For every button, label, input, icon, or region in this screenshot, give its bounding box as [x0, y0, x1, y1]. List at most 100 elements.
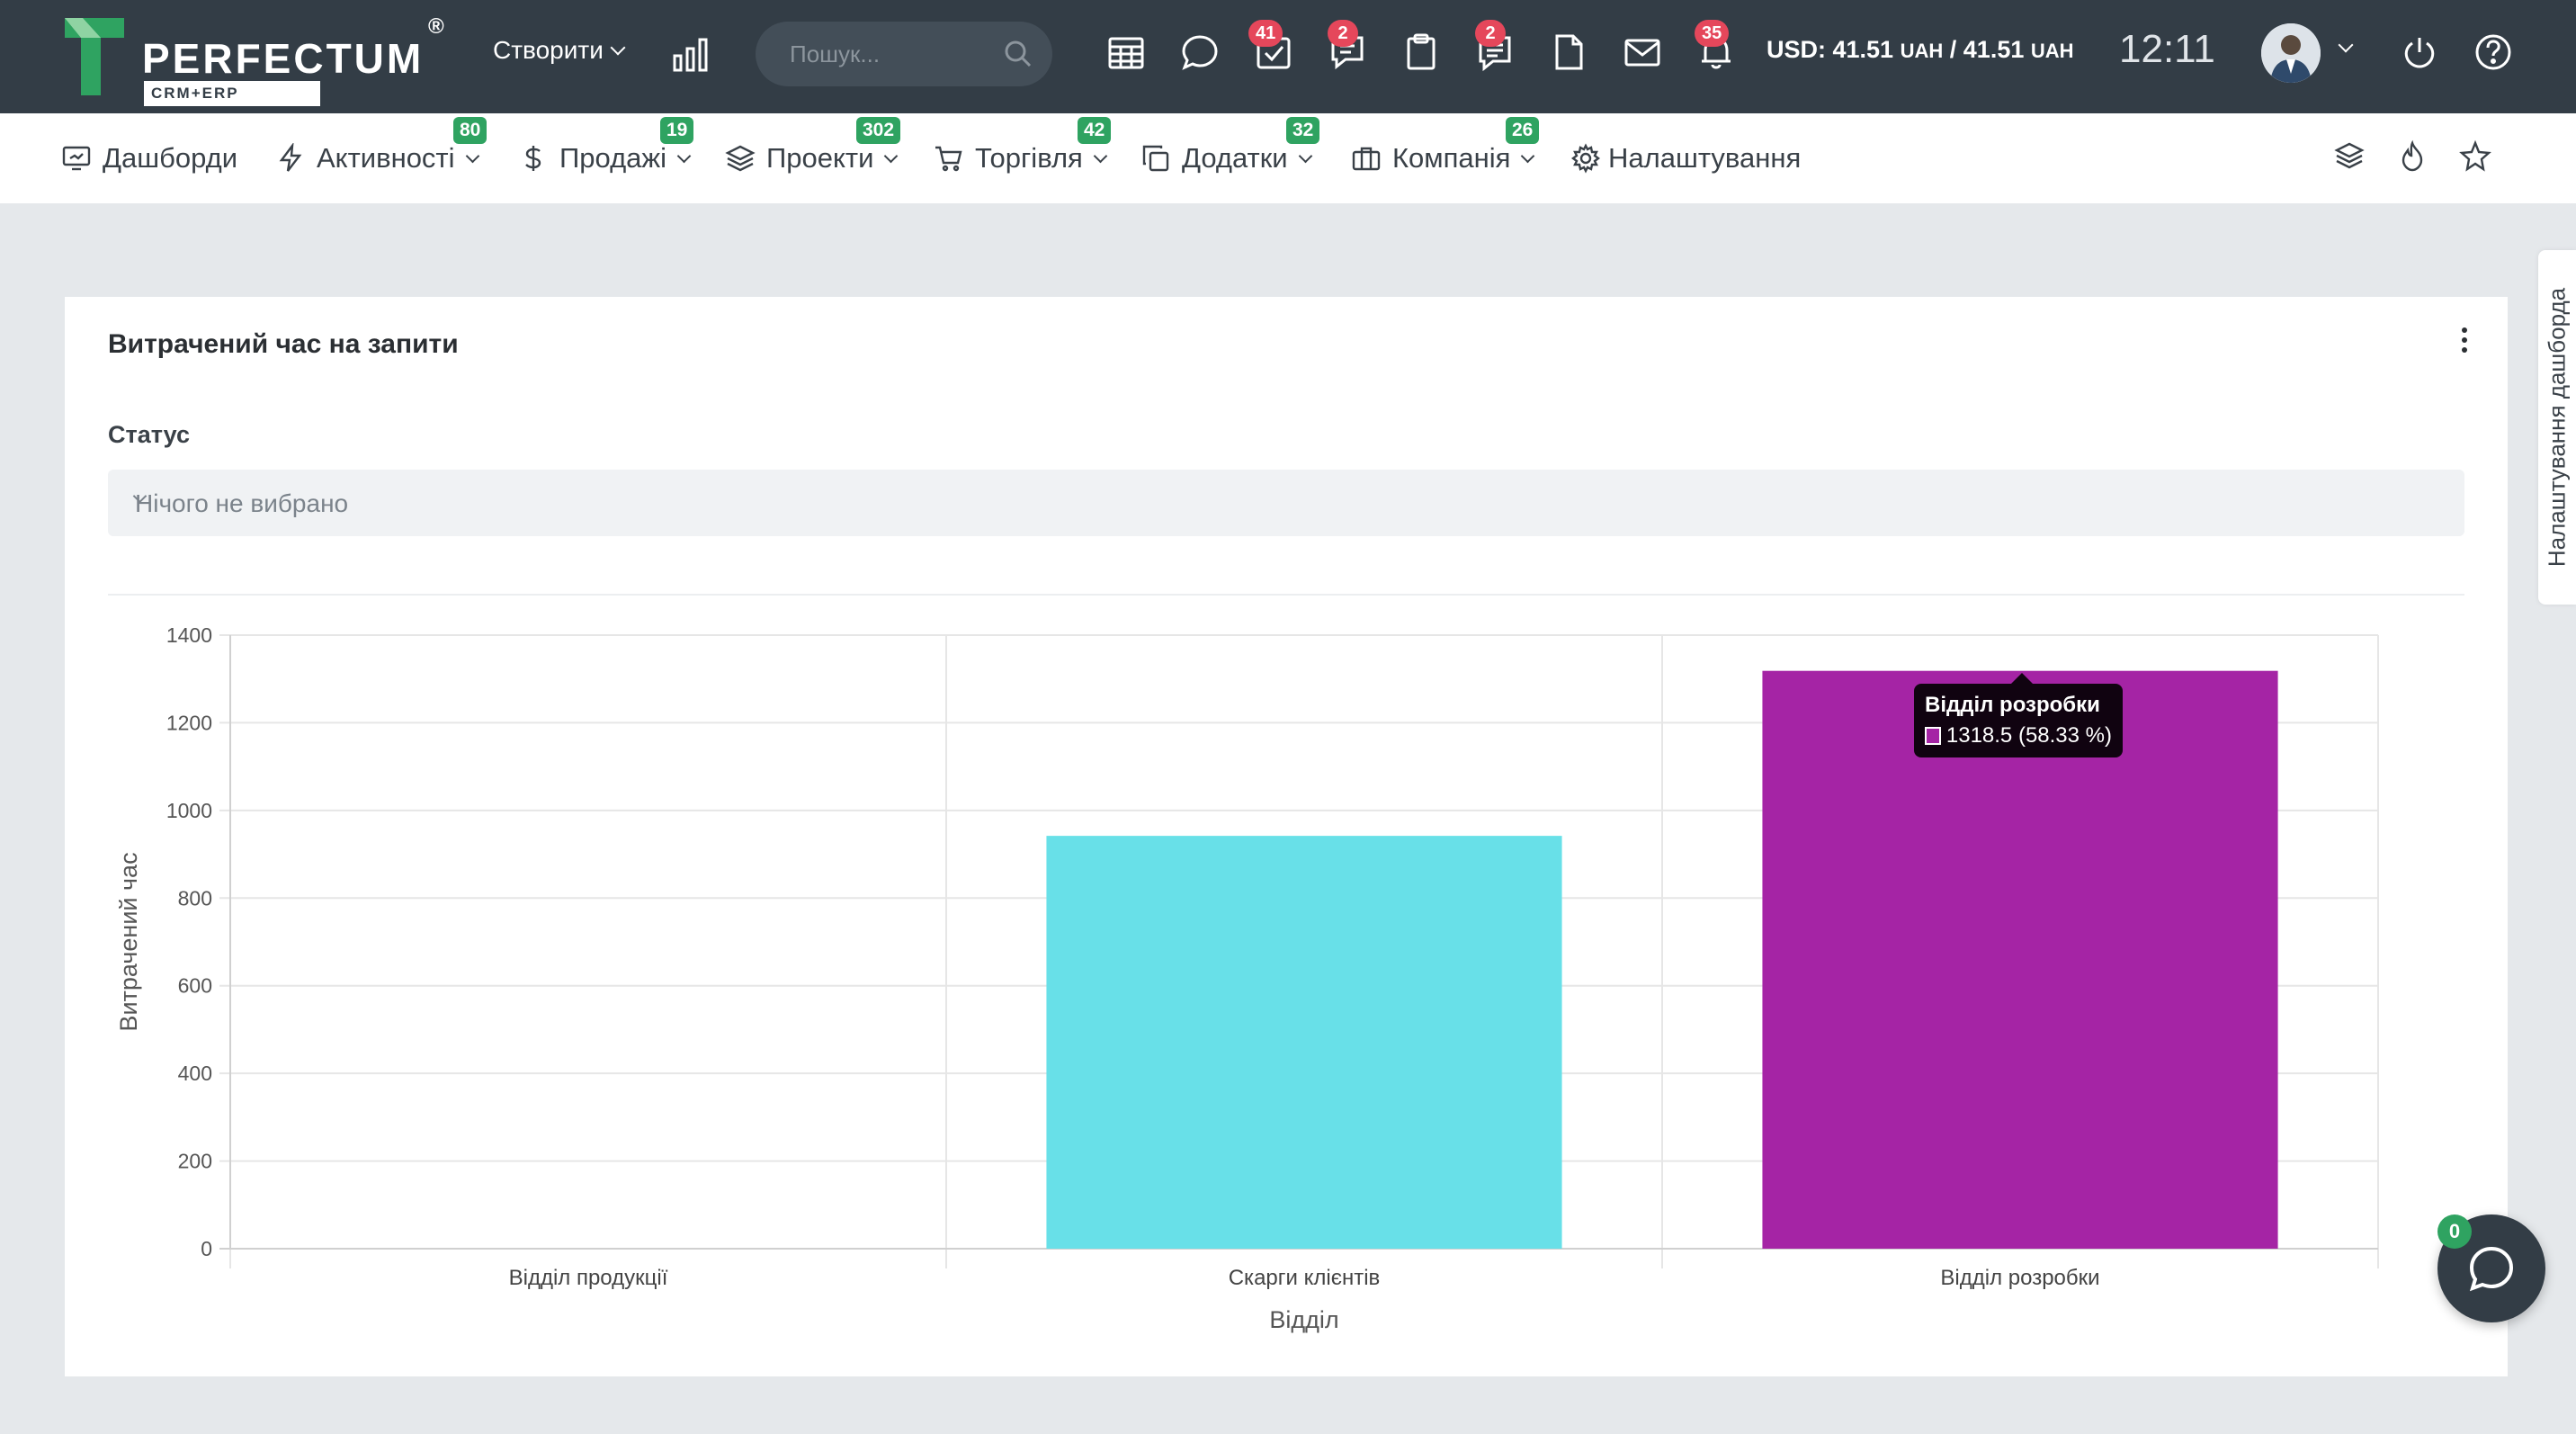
star-icon[interactable] [2457, 139, 2493, 175]
chat-bubble-icon[interactable] [1178, 31, 1221, 74]
chat-badge: 0 [2437, 1214, 2472, 1249]
y-tick-label: 1200 [166, 711, 212, 734]
search-input[interactable] [790, 40, 997, 68]
currency-unit: UAH [1900, 40, 1944, 62]
main-nav: Дашборди Активності 80 Продажі 19 Проект… [0, 113, 2576, 203]
nav-item-label: Дашборди [103, 142, 238, 174]
tooltip-title: Відділ розробки [1925, 693, 2100, 717]
y-tick-label: 200 [178, 1150, 212, 1173]
nav-item-addons[interactable]: Додатки 32 [1140, 113, 1320, 203]
tooltip-row: 1318.5 (58.33 %) [1925, 723, 2112, 748]
help-icon[interactable] [2472, 31, 2515, 74]
chevron-down-icon [884, 148, 899, 163]
nav-item-trade[interactable]: Торгівля 42 [934, 113, 1112, 203]
search-box[interactable] [756, 22, 1052, 86]
layers-icon[interactable] [2331, 139, 2367, 175]
nav-item-settings[interactable]: Налаштування [1570, 113, 1801, 203]
top-header: PERFECTUM ® CRM+ERP Створити 41 2 2 [0, 0, 2576, 113]
chart-bar [1762, 670, 2278, 1249]
nav-item-label: Додатки [1182, 142, 1288, 174]
bell-icon[interactable]: 35 [1695, 20, 1738, 74]
brand-name: PERFECTUM [142, 35, 425, 82]
y-tick-label: 400 [178, 1062, 212, 1085]
y-tick-label: 1000 [166, 799, 212, 822]
layers-icon [725, 145, 756, 172]
nav-item-label: Продажі [559, 142, 667, 174]
brand-logo[interactable]: PERFECTUM ® CRM+ERP [65, 14, 461, 106]
nav-item-dashboards[interactable]: Дашборди [61, 113, 237, 203]
x-tick-label: Відділ продукції [509, 1266, 668, 1290]
x-tick-label: Скарги клієнтів [1229, 1266, 1381, 1290]
power-icon[interactable] [2398, 31, 2441, 74]
tasks-badge: 41 [1248, 20, 1284, 47]
y-tick-label: 1400 [166, 623, 212, 647]
notes-badge: 2 [1475, 20, 1506, 47]
nav-badge: 19 [660, 117, 694, 144]
tasks-check-icon[interactable]: 41 [1248, 20, 1295, 74]
chevron-down-icon [1521, 148, 1535, 163]
cart-icon [935, 146, 962, 172]
nav-badge: 26 [1506, 117, 1540, 144]
chevron-down-icon [1093, 148, 1108, 163]
y-tick-label: 800 [178, 886, 212, 910]
nav-item-label: Налаштування [1608, 142, 1802, 174]
nav-item-label: Активності [317, 142, 455, 174]
nav-item-activities[interactable]: Активності 80 [275, 113, 487, 203]
mail-icon[interactable] [1621, 31, 1664, 74]
search-icon[interactable] [1000, 36, 1036, 72]
nav-item-label: Проекти [766, 142, 874, 174]
nav-badge: 42 [1078, 117, 1112, 144]
calendar-icon[interactable] [1105, 31, 1148, 74]
dashboard-settings-tab[interactable]: Налаштування дашборда [2538, 250, 2576, 605]
tooltip-color-swatch [1925, 727, 1941, 745]
stats-bar-chart-icon[interactable] [669, 32, 712, 76]
avatar[interactable] [2261, 23, 2321, 83]
dashboard-settings-label: Налаштування дашборда [2543, 287, 2571, 568]
bar-chart: 0 200 400 600 800 1000 1200 1400 Відділ продукці… [115, 623, 2379, 1333]
comments-icon[interactable]: 2 [1326, 20, 1369, 74]
widget-card: Витрачений час на запити Статус Нічого н… [65, 297, 2508, 1376]
chevron-down-icon [676, 148, 692, 163]
currency-separator-rate: / 41.51 [1949, 36, 2025, 63]
nav-item-projects[interactable]: Проекти 302 [725, 113, 901, 203]
currency-unit: UAH [2030, 40, 2074, 62]
nav-badge: 80 [453, 117, 487, 144]
logo-mark-icon [65, 18, 124, 95]
y-tick-label: 0 [201, 1237, 212, 1260]
brand-subtitle: CRM+ERP [144, 81, 320, 106]
nav-badge: 302 [856, 117, 901, 144]
create-menu-label: Створити [493, 36, 604, 64]
clock-time: 12:11 [2119, 27, 2215, 71]
chart-bar [1046, 836, 1562, 1249]
create-menu[interactable]: Створити [493, 32, 626, 68]
brand-registered-mark: ® [428, 14, 444, 39]
chevron-down-icon[interactable] [2338, 37, 2354, 53]
chat-icon [2469, 1246, 2514, 1292]
user-avatar-icon [2261, 23, 2321, 83]
chart-tooltip: Відділ розробки 1318.5 (58.33 %) [1914, 673, 2123, 757]
document-icon[interactable] [1547, 31, 1590, 74]
x-tick-label: Відділ розробки [1940, 1266, 2099, 1290]
clipboard-icon[interactable] [1400, 31, 1443, 74]
chevron-down-icon [1298, 148, 1312, 163]
nav-item-label: Компанія [1392, 142, 1511, 174]
y-tick-label: 600 [178, 974, 212, 998]
tooltip-value: 1318.5 (58.33 %) [1945, 723, 2112, 748]
copy-icon [1142, 145, 1169, 172]
briefcase-icon [1352, 147, 1381, 171]
monitor-icon [62, 146, 91, 171]
bell-badge: 35 [1695, 20, 1730, 47]
gear-icon [1571, 143, 1600, 174]
lightning-icon [279, 143, 302, 172]
nav-item-sales[interactable]: Продажі 19 [518, 113, 694, 203]
notes-icon[interactable]: 2 [1473, 20, 1516, 74]
y-axis-title: Витрачений час [115, 852, 142, 1031]
nav-badge: 32 [1286, 117, 1320, 144]
flame-icon[interactable] [2394, 139, 2430, 175]
nav-item-company[interactable]: Компанія 26 [1351, 113, 1540, 203]
dollar-icon [525, 146, 541, 171]
comments-badge: 2 [1328, 20, 1358, 47]
chevron-down-icon [610, 40, 626, 56]
currency-rate: USD: 41.51 UAH / 41.51 UAH [1767, 36, 2074, 64]
chevron-down-icon [465, 148, 479, 163]
